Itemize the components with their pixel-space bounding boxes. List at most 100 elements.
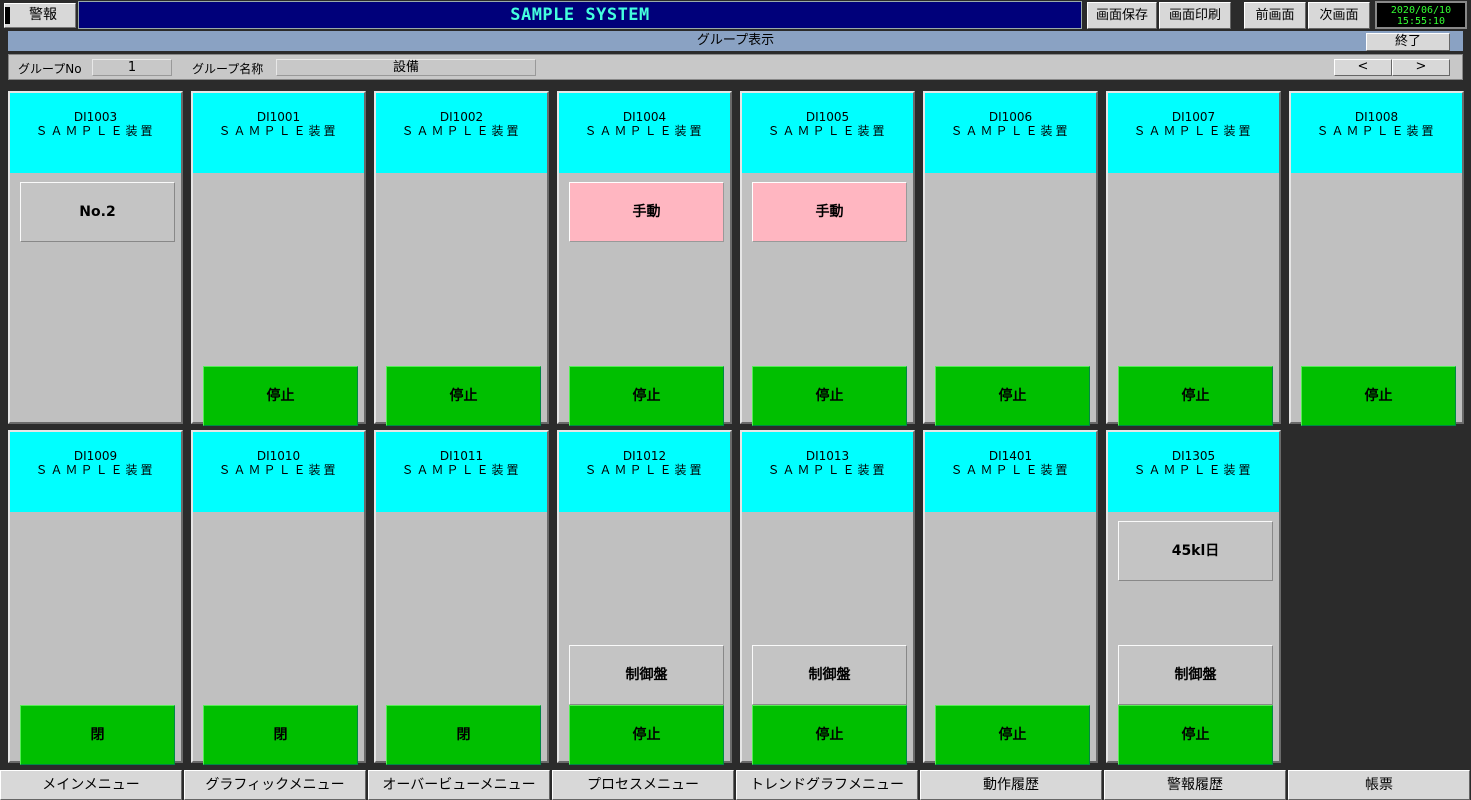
- device-card[interactable]: DI1013 ＳＡＭＰＬＥ装置制御盤 停止: [740, 430, 915, 765]
- status-indicator[interactable]: 停止: [1301, 366, 1456, 426]
- status-indicator[interactable]: 停止: [1118, 366, 1273, 426]
- system-title: SAMPLE SYSTEM: [78, 1, 1082, 29]
- device-name: ＳＡＭＰＬＥ装置: [35, 463, 156, 477]
- device-id: DI1401: [988, 449, 1033, 463]
- device-name: ＳＡＭＰＬＥ装置: [1316, 124, 1437, 138]
- status-indicator[interactable]: 停止: [569, 366, 724, 426]
- device-card[interactable]: DI1007 ＳＡＭＰＬＥ装置停止: [1106, 91, 1281, 426]
- status-indicator[interactable]: 停止: [935, 705, 1090, 765]
- mode-indicator[interactable]: 手動: [752, 182, 907, 242]
- device-name: ＳＡＭＰＬＥ装置: [767, 463, 888, 477]
- device-card[interactable]: DI1005 ＳＡＭＰＬＥ装置手動停止: [740, 91, 915, 426]
- device-id: DI1005: [805, 110, 850, 124]
- device-name: ＳＡＭＰＬＥ装置: [1133, 124, 1254, 138]
- info-cell[interactable]: 制御盤: [752, 645, 907, 705]
- clock-time: 15:55:10: [1396, 16, 1446, 27]
- device-id: DI1010: [256, 449, 301, 463]
- device-name: ＳＡＭＰＬＥ装置: [950, 124, 1071, 138]
- device-name: ＳＡＭＰＬＥ装置: [950, 463, 1071, 477]
- device-card-header: DI1010 ＳＡＭＰＬＥ装置: [193, 432, 364, 512]
- device-id: DI1006: [988, 110, 1033, 124]
- device-card-header: DI1008 ＳＡＭＰＬＥ装置: [1291, 93, 1462, 173]
- device-card-header: DI1003 ＳＡＭＰＬＥ装置: [10, 93, 181, 173]
- main-menu-button[interactable]: メインメニュー: [0, 770, 182, 800]
- group-no-value: 1: [92, 59, 172, 76]
- group-no-label: グループNo: [18, 62, 82, 76]
- device-card[interactable]: DI1009 ＳＡＭＰＬＥ装置閉: [8, 430, 183, 765]
- next-screen-button[interactable]: 次画面: [1308, 2, 1370, 29]
- device-id: DI1004: [622, 110, 667, 124]
- device-id: DI1003: [73, 110, 118, 124]
- device-name: ＳＡＭＰＬＥ装置: [767, 124, 888, 138]
- device-name: ＳＡＭＰＬＥ装置: [584, 124, 705, 138]
- device-card[interactable]: DI1008 ＳＡＭＰＬＥ装置停止: [1289, 91, 1464, 426]
- prev-screen-button[interactable]: 前画面: [1244, 2, 1306, 29]
- status-indicator[interactable]: 停止: [935, 366, 1090, 426]
- device-id: DI1008: [1354, 110, 1399, 124]
- device-name: ＳＡＭＰＬＥ装置: [1133, 463, 1254, 477]
- status-indicator[interactable]: 停止: [752, 705, 907, 765]
- device-card-header: DI1004 ＳＡＭＰＬＥ装置: [559, 93, 730, 173]
- device-card-header: DI1013 ＳＡＭＰＬＥ装置: [742, 432, 913, 512]
- save-screen-button[interactable]: 画面保存: [1087, 2, 1157, 29]
- status-indicator[interactable]: 停止: [569, 705, 724, 765]
- device-id: DI1001: [256, 110, 301, 124]
- device-card[interactable]: DI1011 ＳＡＭＰＬＥ装置閉: [374, 430, 549, 765]
- info-cell[interactable]: 制御盤: [569, 645, 724, 705]
- end-button[interactable]: 終了: [1366, 33, 1450, 51]
- device-name: ＳＡＭＰＬＥ装置: [584, 463, 705, 477]
- device-card[interactable]: DI1002 ＳＡＭＰＬＥ装置停止: [374, 91, 549, 426]
- prev-group-button[interactable]: <: [1334, 59, 1392, 76]
- device-card[interactable]: DI1401 ＳＡＭＰＬＥ装置停止: [923, 430, 1098, 765]
- status-indicator[interactable]: 停止: [752, 366, 907, 426]
- device-name: ＳＡＭＰＬＥ装置: [218, 124, 339, 138]
- process-menu-button[interactable]: プロセスメニュー: [552, 770, 734, 800]
- device-id: DI1002: [439, 110, 484, 124]
- status-indicator[interactable]: 停止: [1118, 705, 1273, 765]
- device-name: ＳＡＭＰＬＥ装置: [35, 124, 156, 138]
- group-name-value: 設備: [276, 59, 536, 76]
- operation-history-button[interactable]: 動作履歴: [920, 770, 1102, 800]
- device-card[interactable]: DI1003 ＳＡＭＰＬＥ装置 No.2: [8, 91, 183, 424]
- device-card[interactable]: DI1001 ＳＡＭＰＬＥ装置停止: [191, 91, 366, 426]
- info-cell[interactable]: 制御盤: [1118, 645, 1273, 705]
- device-id: DI1305: [1171, 449, 1216, 463]
- device-id: DI1007: [1171, 110, 1216, 124]
- device-card[interactable]: DI1305 ＳＡＭＰＬＥ装置 45kl日制御盤 停止: [1106, 430, 1281, 765]
- device-card-header: DI1006 ＳＡＭＰＬＥ装置: [925, 93, 1096, 173]
- status-indicator[interactable]: 停止: [386, 366, 541, 426]
- trend-graph-menu-button[interactable]: トレンドグラフメニュー: [736, 770, 918, 800]
- print-screen-button[interactable]: 画面印刷: [1159, 2, 1231, 29]
- status-indicator[interactable]: 閉: [20, 705, 175, 765]
- device-name: ＳＡＭＰＬＥ装置: [218, 463, 339, 477]
- info-cell[interactable]: No.2: [20, 182, 175, 242]
- report-button[interactable]: 帳票: [1288, 770, 1470, 800]
- device-card-header: DI1012 ＳＡＭＰＬＥ装置: [559, 432, 730, 512]
- device-card[interactable]: DI1004 ＳＡＭＰＬＥ装置手動停止: [557, 91, 732, 426]
- status-indicator[interactable]: 停止: [203, 366, 358, 426]
- clock-display: 2020/06/10 15:55:10: [1375, 1, 1467, 29]
- info-cell[interactable]: 45kl日: [1118, 521, 1273, 581]
- next-group-button[interactable]: >: [1392, 59, 1450, 76]
- device-id: DI1011: [439, 449, 484, 463]
- device-card-header: DI1001 ＳＡＭＰＬＥ装置: [193, 93, 364, 173]
- device-id: DI1012: [622, 449, 667, 463]
- overview-menu-button[interactable]: オーバービューメニュー: [368, 770, 550, 800]
- device-card[interactable]: DI1006 ＳＡＭＰＬＥ装置停止: [923, 91, 1098, 426]
- group-name-label: グループ名称: [192, 62, 264, 76]
- device-card-header: DI1305 ＳＡＭＰＬＥ装置: [1108, 432, 1279, 512]
- mode-indicator[interactable]: 手動: [569, 182, 724, 242]
- device-card[interactable]: DI1012 ＳＡＭＰＬＥ装置制御盤 停止: [557, 430, 732, 765]
- device-card-header: DI1002 ＳＡＭＰＬＥ装置: [376, 93, 547, 173]
- alarm-history-button[interactable]: 警報履歴: [1104, 770, 1286, 800]
- device-card-header: DI1401 ＳＡＭＰＬＥ装置: [925, 432, 1096, 512]
- graphic-menu-button[interactable]: グラフィックメニュー: [184, 770, 366, 800]
- device-id: DI1013: [805, 449, 850, 463]
- clock-date: 2020/06/10: [1390, 5, 1452, 16]
- device-card[interactable]: DI1010 ＳＡＭＰＬＥ装置閉: [191, 430, 366, 765]
- alarm-label: 警報: [29, 7, 57, 23]
- alarm-indicator: [5, 7, 10, 24]
- status-indicator[interactable]: 閉: [203, 705, 358, 765]
- alarm-button[interactable]: 警報: [4, 3, 76, 28]
- status-indicator[interactable]: 閉: [386, 705, 541, 765]
